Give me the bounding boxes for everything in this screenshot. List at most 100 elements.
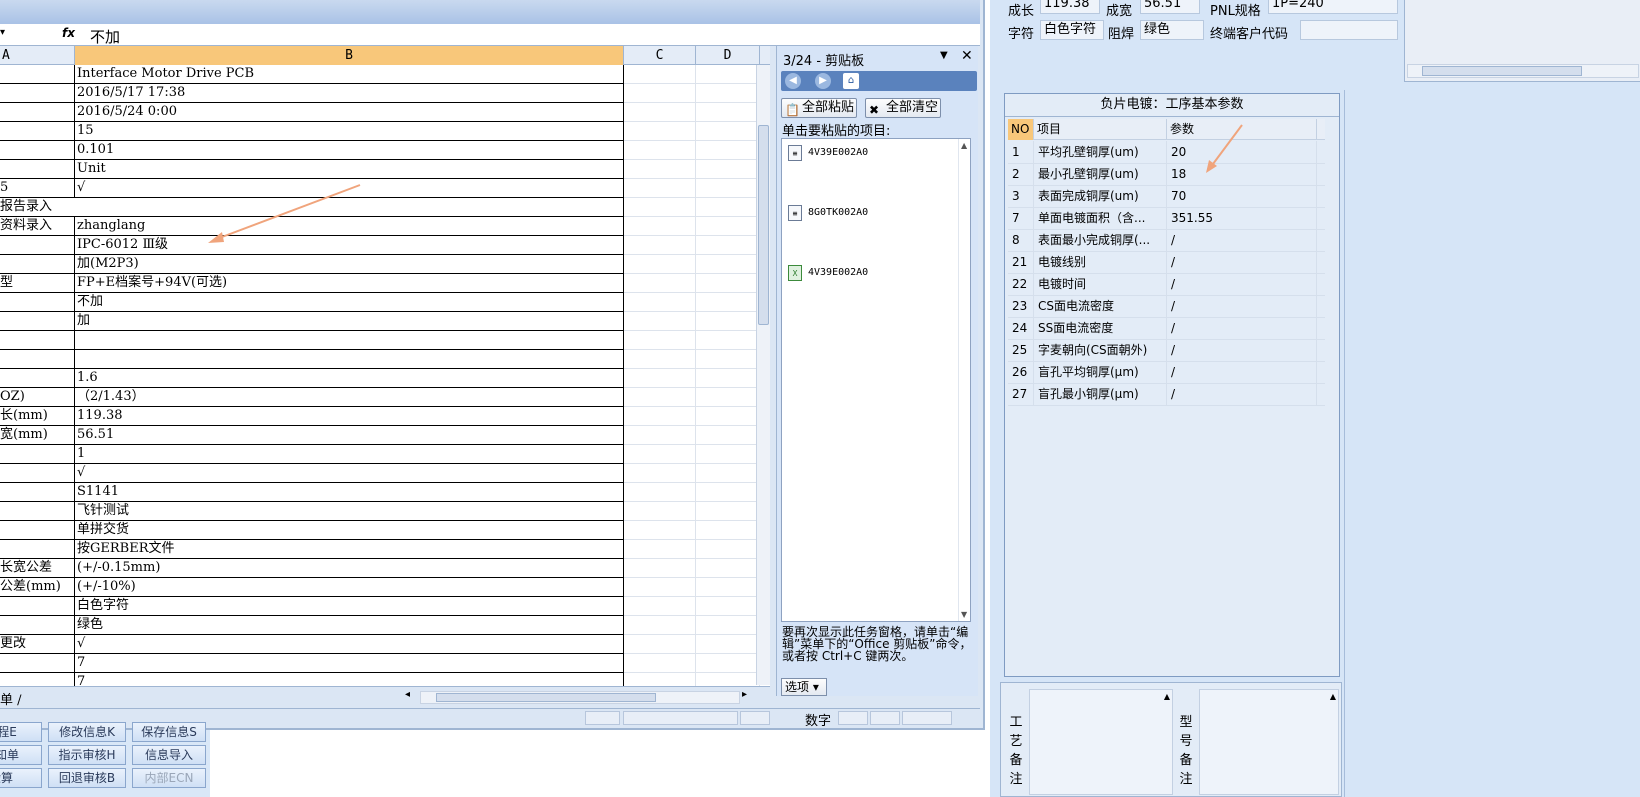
toolbar-button[interactable]: 保存信息S xyxy=(132,722,206,742)
cell-c[interactable] xyxy=(624,635,696,654)
table-row[interactable]: 7 单面电镀面积（含... 351.55 xyxy=(1008,207,1325,230)
cell-c[interactable] xyxy=(624,103,696,122)
table-row[interactable]: 23 CS面电流密度 / xyxy=(1008,295,1325,318)
cell-d[interactable] xyxy=(696,141,760,160)
param-value[interactable]: 351.55 xyxy=(1167,207,1317,230)
model-notes-input[interactable]: ▲ xyxy=(1199,689,1339,795)
clear-all-button[interactable]: ✖ 全部清空 xyxy=(865,98,941,118)
cell-c[interactable] xyxy=(624,426,696,445)
cell-a[interactable]: 公差(mm) xyxy=(0,578,75,597)
cell-c[interactable] xyxy=(624,274,696,293)
cell-c[interactable] xyxy=(624,502,696,521)
cell-a[interactable] xyxy=(0,350,75,369)
forward-icon[interactable]: ▶ xyxy=(815,73,831,89)
cell-d[interactable] xyxy=(696,407,760,426)
cell-a[interactable]: 长宽公差 xyxy=(0,559,75,578)
cell-d[interactable] xyxy=(696,426,760,445)
cell-b[interactable]: 2016/5/24 0:00 xyxy=(75,103,624,122)
cell-b[interactable]: 0.101 xyxy=(75,141,624,160)
field-length-value[interactable]: 119.38 xyxy=(1040,0,1100,14)
cell-c[interactable] xyxy=(624,331,696,350)
column-header-c[interactable]: C xyxy=(624,46,696,65)
cell-c[interactable] xyxy=(624,293,696,312)
cell-b[interactable]: 15 xyxy=(75,122,624,141)
cell-c[interactable] xyxy=(624,369,696,388)
table-row[interactable]: 21 电镀线别 / xyxy=(1008,251,1325,274)
cell-c[interactable] xyxy=(624,198,696,217)
clipboard-scrollbar[interactable]: ▲ ▼ xyxy=(958,139,970,621)
cell-b[interactable]: (+/-0.15mm) xyxy=(75,559,624,578)
cell-c[interactable] xyxy=(624,540,696,559)
hscroll-thumb[interactable] xyxy=(436,693,656,702)
scroll-up-icon[interactable]: ▲ xyxy=(1330,692,1336,701)
param-no[interactable]: 27 xyxy=(1008,383,1034,406)
header-item[interactable]: 项目 xyxy=(1034,119,1167,140)
cell-b[interactable]: (+/-10%) xyxy=(75,578,624,597)
cell-c[interactable] xyxy=(624,388,696,407)
cell-a[interactable] xyxy=(0,255,75,274)
cell-a[interactable] xyxy=(0,540,75,559)
cell-a[interactable] xyxy=(0,65,75,84)
param-item[interactable]: SS面电流密度 xyxy=(1034,317,1167,340)
param-no[interactable]: 1 xyxy=(1008,141,1034,164)
param-value[interactable]: / xyxy=(1167,273,1317,296)
cell-d[interactable] xyxy=(696,350,760,369)
cell-c[interactable] xyxy=(624,445,696,464)
cell-a[interactable]: 资料录入 xyxy=(0,217,75,236)
scroll-right-icon[interactable]: ▸ xyxy=(742,689,747,700)
toolbar-button[interactable]: 修改信息K xyxy=(48,722,126,742)
cell-d[interactable] xyxy=(696,464,760,483)
cell-a[interactable] xyxy=(0,483,75,502)
formula-input[interactable]: 不加 xyxy=(90,26,120,47)
cell-a[interactable] xyxy=(0,84,75,103)
cell-a[interactable]: 更改 xyxy=(0,635,75,654)
cell-d[interactable] xyxy=(696,331,760,350)
cell-c[interactable] xyxy=(624,141,696,160)
param-value[interactable]: 20 xyxy=(1167,141,1317,164)
sheet-tab[interactable]: 单 / xyxy=(0,689,22,708)
cell-b[interactable]: √ xyxy=(75,635,624,654)
cell-b[interactable]: 7 xyxy=(75,654,624,673)
cell-b[interactable]: √ xyxy=(75,179,624,198)
cell-d[interactable] xyxy=(696,388,760,407)
cell-b[interactable]: Unit xyxy=(75,160,624,179)
field-mask-value[interactable]: 绿色 xyxy=(1140,20,1204,40)
cell-b[interactable]: 绿色 xyxy=(75,616,624,635)
cell-b[interactable] xyxy=(75,350,624,369)
cell-a[interactable] xyxy=(0,502,75,521)
cell-d[interactable] xyxy=(696,274,760,293)
cell-d[interactable] xyxy=(696,312,760,331)
cell-b[interactable]: 7 xyxy=(75,673,624,686)
param-value[interactable]: / xyxy=(1167,339,1317,362)
toolbar-button[interactable]: 信息导入 xyxy=(132,745,206,765)
column-header-a[interactable]: A xyxy=(0,46,75,65)
scroll-up-icon[interactable]: ▲ xyxy=(961,141,967,150)
cell-a[interactable] xyxy=(0,369,75,388)
cell-b[interactable]: Interface Motor Drive PCB xyxy=(75,65,624,84)
table-row[interactable]: 8 表面最小完成铜厚(... / xyxy=(1008,229,1325,252)
param-no[interactable]: 22 xyxy=(1008,273,1034,296)
paste-all-button[interactable]: 📋 全部粘贴 xyxy=(781,98,857,118)
param-no[interactable]: 24 xyxy=(1008,317,1034,340)
clipboard-item[interactable]: ≡ 8G0TK002A0 xyxy=(788,205,868,221)
cell-a[interactable]: 宽(mm) xyxy=(0,426,75,445)
field-cust-value[interactable] xyxy=(1300,20,1398,40)
cell-d[interactable] xyxy=(696,502,760,521)
cell-a[interactable] xyxy=(0,464,75,483)
cell-b[interactable]: 119.38 xyxy=(75,407,624,426)
table-row[interactable]: 22 电镀时间 / xyxy=(1008,273,1325,296)
cell-d[interactable] xyxy=(696,236,760,255)
table-row[interactable]: 24 SS面电流密度 / xyxy=(1008,317,1325,340)
cell-c[interactable] xyxy=(624,559,696,578)
pane-menu-icon[interactable]: ▼ xyxy=(940,50,948,61)
param-no[interactable]: 3 xyxy=(1008,185,1034,208)
toolbar-button[interactable]: 流程E xyxy=(0,722,42,742)
param-item[interactable]: 最小孔壁铜厚(um) xyxy=(1034,163,1167,186)
cell-a[interactable] xyxy=(0,673,75,686)
back-icon[interactable]: ◀ xyxy=(785,73,801,89)
param-value[interactable]: / xyxy=(1167,361,1317,384)
horizontal-scrollbar[interactable] xyxy=(1407,64,1639,78)
cell-d[interactable] xyxy=(696,255,760,274)
cell-d[interactable] xyxy=(696,65,760,84)
spreadsheet-grid[interactable]: A B C D Interface Motor Drive PCB 2016/5/… xyxy=(0,46,770,686)
